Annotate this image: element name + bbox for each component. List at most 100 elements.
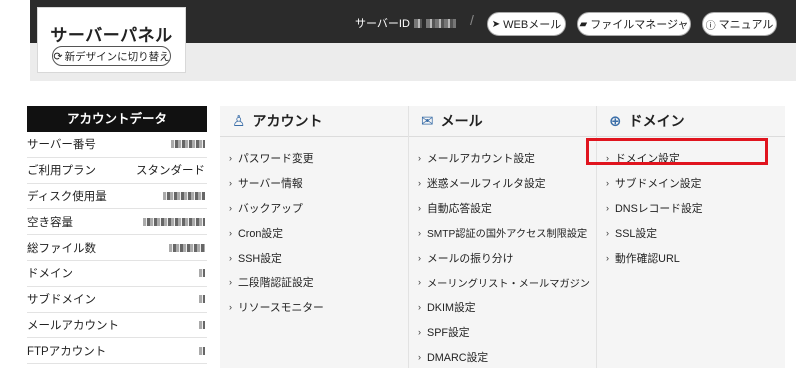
- chevron-right-icon: ›: [418, 227, 421, 238]
- paper-plane-icon: ➤: [491, 18, 501, 30]
- menu-item-subdomain-settings[interactable]: › サブドメイン設定: [597, 171, 785, 196]
- account-row-label: メールアカウント: [27, 319, 119, 332]
- account-row-mail-account: メールアカウント: [27, 313, 207, 339]
- account-data-panel: アカウントデータ サーバー番号 ご利用プラン スタンダード ディスク使用量 空き…: [27, 106, 207, 365]
- menu-item-label: SSL設定: [615, 227, 658, 240]
- menu-item-mailing-list[interactable]: › メーリングリスト・メールマガジン: [409, 270, 596, 295]
- menu-item-label: 二段階認証設定: [238, 277, 314, 290]
- menu-item-label: SMTP認証の国外アクセス制限設定: [427, 229, 588, 241]
- account-row-label: ディスク使用量: [27, 190, 107, 203]
- masked-value: [169, 243, 205, 252]
- chevron-right-icon: ›: [418, 277, 421, 288]
- menu-item-resource-monitor[interactable]: › リソースモニター: [220, 295, 408, 320]
- mail-menu-title: メール: [440, 113, 483, 129]
- envelope-icon: ✉: [421, 113, 434, 130]
- masked-value: [171, 140, 205, 149]
- menu-item-auto-reply[interactable]: › 自動応答設定: [409, 196, 596, 221]
- account-row-label: サーバー番号: [27, 139, 96, 152]
- file-manager-label: ファイルマネージャ: [590, 19, 689, 31]
- chevron-right-icon: ›: [229, 277, 232, 288]
- menu-item-cron[interactable]: › Cron設定: [220, 220, 408, 245]
- globe-icon: ⊕: [609, 113, 622, 130]
- masked-value: [143, 217, 205, 226]
- switch-design-button[interactable]: ⟳ 新デザインに切り替え: [52, 46, 171, 66]
- chevron-right-icon: ›: [229, 252, 232, 263]
- masked-value: [199, 320, 205, 329]
- menu-item-label: メールの振り分け: [427, 252, 514, 265]
- account-row-domain: ドメイン: [27, 261, 207, 287]
- masked-value: [199, 269, 205, 278]
- menu-item-mail-sorting[interactable]: › メールの振り分け: [409, 245, 596, 270]
- account-menu-column: ♙ アカウント › パスワード変更 › サーバー情報 › バックアップ › Cron設定…: [220, 106, 409, 368]
- chevron-right-icon: ›: [606, 252, 609, 263]
- menu-item-spam-filter[interactable]: › 迷惑メールフィルタ設定: [409, 171, 596, 196]
- webmail-label: WEBメール: [503, 19, 562, 31]
- menu-item-label: バックアップ: [238, 202, 303, 215]
- menu-item-backup[interactable]: › バックアップ: [220, 196, 408, 221]
- chevron-right-icon: ›: [229, 202, 232, 213]
- menu-item-label: パスワード変更: [238, 153, 314, 166]
- menu-item-label: 動作確認URL: [615, 252, 680, 265]
- mail-menu-column: ✉ メール › メールアカウント設定 › 迷惑メールフィルタ設定 › 自動応答設定 ›…: [409, 106, 597, 368]
- mail-menu-header: ✉ メール: [409, 106, 596, 137]
- menu-item-label: サブドメイン設定: [615, 178, 702, 191]
- refresh-icon: ⟳: [53, 50, 63, 63]
- account-row-label: サブドメイン: [27, 294, 96, 307]
- account-row-label: 空き容量: [27, 216, 73, 229]
- highlight-box: [586, 138, 768, 165]
- manual-label: マニュアル: [718, 19, 774, 31]
- account-row-label: 総ファイル数: [27, 242, 96, 255]
- menu-item-label: DMARC設定: [427, 351, 489, 364]
- account-data-title: アカウントデータ: [27, 106, 207, 132]
- webmail-button[interactable]: ➤ WEBメール: [487, 12, 566, 36]
- panel-logo-box: サーバーパネル ⟳ 新デザインに切り替え: [37, 7, 186, 73]
- chevron-right-icon: ›: [418, 326, 421, 337]
- menu-item-dmarc[interactable]: › DMARC設定: [409, 344, 596, 369]
- chevron-right-icon: ›: [418, 178, 421, 189]
- menu-item-spf[interactable]: › SPF設定: [409, 320, 596, 345]
- menu-item-label: 迷惑メールフィルタ設定: [427, 178, 546, 191]
- masked-value: [163, 191, 205, 200]
- menu-item-label: SSH設定: [238, 252, 282, 265]
- menu-item-label: DNSレコード設定: [615, 202, 703, 215]
- server-id-masked-value: [413, 18, 422, 28]
- account-row-label: ご利用プラン: [27, 165, 96, 178]
- chevron-right-icon: ›: [229, 153, 232, 164]
- chevron-right-icon: ›: [229, 302, 232, 313]
- menu-item-two-factor[interactable]: › 二段階認証設定: [220, 270, 408, 295]
- menu-item-test-url[interactable]: › 動作確認URL: [597, 245, 785, 270]
- chevron-right-icon: ›: [229, 227, 232, 238]
- server-id: サーバーID: [355, 15, 456, 31]
- account-row-plan: ご利用プラン スタンダード: [27, 158, 207, 184]
- panel-title: サーバーパネル: [50, 26, 173, 45]
- account-row-label: ドメイン: [27, 268, 73, 281]
- header-separator: /: [470, 12, 474, 28]
- account-menu-title: アカウント: [252, 113, 323, 129]
- menu-item-label: Cron設定: [238, 227, 283, 240]
- folder-icon: ▰: [579, 18, 588, 30]
- domain-menu-header: ⊕ ドメイン: [597, 106, 785, 137]
- account-row-disk-usage: ディスク使用量: [27, 184, 207, 210]
- chevron-right-icon: ›: [418, 252, 421, 263]
- chevron-right-icon: ›: [606, 202, 609, 213]
- chevron-right-icon: ›: [418, 302, 421, 313]
- menu-item-smtp-restriction[interactable]: › SMTP認証の国外アクセス制限設定: [409, 220, 596, 245]
- account-row-total-files: 総ファイル数: [27, 235, 207, 261]
- menu-item-server-info[interactable]: › サーバー情報: [220, 171, 408, 196]
- server-id-masked-value-2: [425, 18, 456, 28]
- menu-item-ssh[interactable]: › SSH設定: [220, 245, 408, 270]
- menu-item-label: サーバー情報: [238, 178, 303, 191]
- menu-item-label: リソースモニター: [238, 302, 324, 315]
- manual-button[interactable]: ⓘ マニュアル: [702, 12, 777, 36]
- menu-item-label: 自動応答設定: [427, 202, 492, 215]
- file-manager-button[interactable]: ▰ ファイルマネージャ: [577, 12, 691, 36]
- menu-item-dkim[interactable]: › DKIM設定: [409, 295, 596, 320]
- menu-item-ssl[interactable]: › SSL設定: [597, 220, 785, 245]
- menu-item-password-change[interactable]: › パスワード変更: [220, 146, 408, 171]
- switch-design-label: 新デザインに切り替え: [64, 50, 170, 63]
- menu-item-mail-account[interactable]: › メールアカウント設定: [409, 146, 596, 171]
- account-row-subdomain: サブドメイン: [27, 287, 207, 313]
- menu-item-dns-record[interactable]: › DNSレコード設定: [597, 196, 785, 221]
- menu-item-label: メールアカウント設定: [427, 153, 535, 166]
- account-row-free-space: 空き容量: [27, 209, 207, 236]
